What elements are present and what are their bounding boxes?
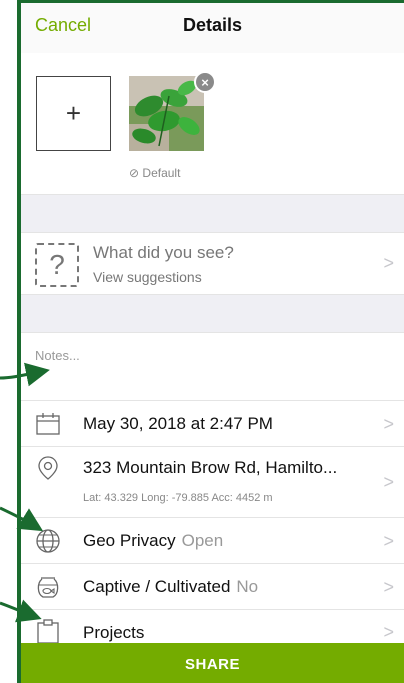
- photo-area: + × ⊘ Default: [21, 53, 404, 195]
- calendar-icon: [36, 413, 60, 435]
- captive-value: No: [236, 577, 259, 596]
- location-row[interactable]: 323 Mountain Brow Rd, Hamilto... Lat: 43…: [21, 446, 404, 517]
- chevron-right-icon: >: [383, 472, 394, 492]
- photo-thumbnail[interactable]: [129, 76, 204, 151]
- check-circle-icon: ⊘: [129, 166, 140, 180]
- fishbowl-icon: [37, 577, 59, 598]
- captive-label: Captive / Cultivated No: [83, 577, 259, 596]
- globe-icon: [36, 529, 60, 553]
- section-spacer: [21, 195, 404, 232]
- chevron-right-icon: >: [383, 253, 394, 273]
- add-photo-button[interactable]: +: [36, 76, 111, 151]
- view-suggestions-link[interactable]: View suggestions: [93, 269, 202, 285]
- clipboard-icon: [37, 619, 59, 644]
- date-row[interactable]: May 30, 2018 at 2:47 PM >: [21, 400, 404, 446]
- remove-photo-button[interactable]: ×: [194, 71, 216, 93]
- notes-placeholder: Notes...: [35, 348, 80, 363]
- page-title: Details: [182, 15, 243, 35]
- plant-photo-icon: [129, 76, 204, 151]
- species-prompt: What did you see?: [93, 243, 234, 262]
- default-label: ⊘ Default: [129, 166, 181, 180]
- question-mark-icon: ?: [35, 243, 79, 287]
- geo-privacy-label: Geo Privacy Open: [83, 531, 224, 550]
- section-spacer: [21, 295, 404, 332]
- projects-row[interactable]: Projects >: [21, 609, 404, 644]
- geo-privacy-row[interactable]: Geo Privacy Open >: [21, 517, 404, 563]
- app-frame: Cancel Details + × ⊘ Default ? What did …: [17, 0, 404, 683]
- location-pin-icon: [38, 456, 58, 480]
- location-coords: Lat: 43.329 Long: -79.885 Acc: 4452 m: [83, 492, 273, 504]
- geo-privacy-value: Open: [181, 531, 224, 550]
- chevron-right-icon: >: [383, 531, 394, 551]
- chevron-right-icon: >: [383, 622, 394, 642]
- species-selector[interactable]: ? What did you see? View suggestions >: [21, 232, 404, 295]
- captive-row[interactable]: Captive / Cultivated No >: [21, 563, 404, 609]
- nav-bar: Cancel Details: [21, 3, 404, 53]
- chevron-right-icon: >: [383, 414, 394, 434]
- date-label: May 30, 2018 at 2:47 PM: [83, 414, 273, 433]
- notes-field[interactable]: Notes...: [21, 332, 404, 400]
- share-button[interactable]: SHARE: [21, 643, 404, 683]
- projects-label: Projects: [83, 623, 145, 642]
- location-label: 323 Mountain Brow Rd, Hamilto...: [83, 458, 338, 477]
- chevron-right-icon: >: [383, 577, 394, 597]
